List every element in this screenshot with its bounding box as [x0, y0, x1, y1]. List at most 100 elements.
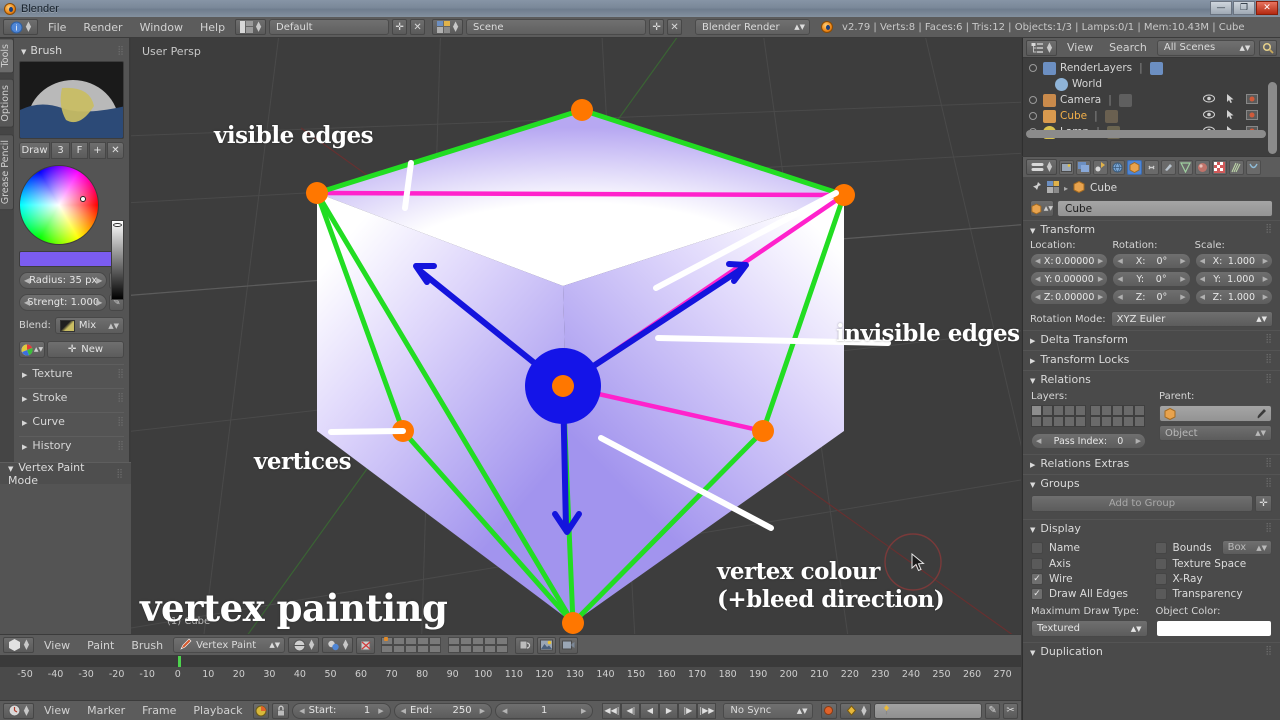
brush-users-count[interactable]: 3 — [51, 142, 70, 159]
scene-field[interactable]: Scene — [466, 19, 647, 35]
scale-y-field[interactable]: ◀ Y: 1.000 ▶ — [1194, 271, 1273, 287]
panel-texture[interactable]: ▶ Texture ⣿ — [19, 364, 124, 382]
texture-space-checkbox[interactable] — [1154, 558, 1167, 570]
maximize-button[interactable]: ❐ — [1233, 1, 1255, 15]
add-group-plus-button[interactable]: ✛ — [1255, 495, 1272, 512]
object-color-swatch[interactable] — [1155, 620, 1272, 637]
tab-scene[interactable] — [1093, 159, 1108, 175]
viewport-editor-type-button[interactable]: ▲ ▼ — [3, 637, 34, 653]
tab-texture[interactable] — [1212, 159, 1227, 175]
radius-decrement-icon[interactable]: ◀ — [24, 276, 30, 285]
add-to-group-button[interactable]: Add to Group — [1031, 495, 1253, 512]
expand-disc-icon[interactable] — [1029, 64, 1037, 72]
section-relations-extras[interactable]: ▶ Relations Extras ⣿ — [1023, 454, 1280, 471]
end-decrement-icon[interactable]: ◀ — [401, 707, 406, 715]
properties-editor[interactable]: ▲ ▼ ▸ Cube ▲▼ Cube ▼ Transform ⣿ Locatio… — [1022, 157, 1280, 720]
delete-scene-button[interactable]: ✕ — [667, 19, 683, 35]
panel-curve[interactable]: ▶ Curve ⣿ — [19, 412, 124, 430]
wire-checkbox[interactable]: ✓ — [1031, 573, 1043, 585]
panel-vertex-paint-mode[interactable]: ▼ Vertex Paint Mode ⣿ — [0, 461, 131, 487]
scale-x-field[interactable]: ◀ X: 1.000 ▶ — [1194, 253, 1273, 269]
visibility-eye-icon[interactable] — [1203, 94, 1215, 106]
viewport-menu-view[interactable]: View — [37, 635, 77, 656]
panel-stroke[interactable]: ▶ Stroke ⣿ — [19, 388, 124, 406]
sidebar-tab-options[interactable]: Options — [0, 79, 14, 129]
parent-object-field[interactable] — [1159, 405, 1272, 422]
play-button[interactable]: ▶ — [659, 702, 679, 719]
viewport-shading-button[interactable]: ▲ ▼ — [288, 637, 320, 653]
rotation-x-field[interactable]: ◀ X: 0° ▶ — [1112, 253, 1191, 269]
remove-keying-set-button[interactable]: ✂ — [1003, 702, 1019, 719]
use-audio-scrubbing-toggle[interactable] — [252, 702, 270, 719]
color-value-handle[interactable] — [113, 223, 122, 227]
close-button[interactable]: ✕ — [1256, 1, 1278, 15]
end-frame-field[interactable]: ◀ End: 250 ▶ — [393, 702, 493, 719]
lock-layers-toggle[interactable] — [515, 636, 535, 654]
palette-browse-button[interactable]: ▲▼ — [19, 341, 45, 358]
xray-checkbox[interactable] — [1154, 573, 1167, 585]
display-option-bounds[interactable]: Bounds Box ▲▼ — [1154, 540, 1272, 555]
tab-material[interactable] — [1195, 159, 1210, 175]
menu-file[interactable]: File — [41, 17, 73, 38]
screen-layout-browse-button[interactable]: ▲ ▼ — [235, 19, 267, 35]
pass-index-field[interactable]: ◀ Pass Index: 0 ▶ — [1031, 433, 1146, 449]
previous-keyframe-button[interactable]: ◀| — [621, 702, 641, 719]
bounds-type-dropdown[interactable]: Box ▲▼ — [1221, 540, 1272, 555]
outliner-row-cube[interactable]: Cube | — [1023, 108, 1280, 124]
bounds-checkbox[interactable] — [1154, 541, 1167, 554]
screen-layout-field[interactable]: Default — [269, 19, 390, 35]
outliner-menu-search[interactable]: Search — [1103, 38, 1153, 58]
current-frame-field[interactable]: ◀ 1 ▶ — [495, 702, 594, 719]
timeline-ruler[interactable]: -50 -40 -30 -20 -10 0 10 20 30 40 50 60 70 80 90 100 110… — [0, 655, 1021, 700]
sync-mode-dropdown[interactable]: No Sync ▲▼ — [723, 702, 813, 719]
start-frame-field[interactable]: ◀ Start: 1 ▶ — [292, 702, 391, 719]
color-wheel-handle[interactable] — [80, 196, 86, 202]
properties-editor-type-button[interactable]: ▲ ▼ — [1026, 159, 1057, 175]
jump-to-end-button[interactable]: |▶▶ — [697, 702, 717, 719]
outliner-editor-type-button[interactable]: ▲ ▼ — [1026, 39, 1057, 56]
section-groups[interactable]: ▼ Groups ⣿ — [1023, 474, 1280, 491]
layers-group-2[interactable] — [1090, 405, 1145, 427]
section-duplication[interactable]: ▼ Duplication ⣿ — [1023, 642, 1280, 659]
radius-increment-icon[interactable]: ▶ — [96, 276, 102, 285]
display-option-axis[interactable]: Axis — [1031, 558, 1149, 570]
tab-object-data[interactable] — [1178, 159, 1193, 175]
selectability-cursor-icon[interactable] — [1226, 109, 1235, 123]
brush-color-swatch[interactable] — [19, 251, 124, 267]
outliner-editor[interactable]: ▲ ▼ View Search All Scenes ▲▼ RenderLayer… — [1022, 38, 1280, 156]
brush-panel-header[interactable]: ▼ Brush ⣿ — [19, 42, 124, 61]
draw-all-edges-checkbox[interactable]: ✓ — [1031, 588, 1043, 600]
timeline-scrubbing-bar[interactable] — [0, 656, 1021, 667]
auto-keyframe-toggle[interactable] — [820, 702, 838, 719]
end-increment-icon[interactable]: ▶ — [480, 707, 485, 715]
renderability-camera-icon[interactable] — [1246, 93, 1258, 107]
viewport-menu-paint[interactable]: Paint — [80, 635, 121, 656]
section-relations[interactable]: ▼ Relations ⣿ — [1023, 370, 1280, 387]
object-name-input[interactable]: Cube — [1057, 200, 1273, 217]
tab-constraints[interactable] — [1144, 159, 1159, 175]
jump-to-start-button[interactable]: ◀◀| — [602, 702, 622, 719]
viewport-menu-brush[interactable]: Brush — [124, 635, 170, 656]
location-x-field[interactable]: ◀ X: 0.00000 ▶ — [1030, 253, 1109, 269]
location-z-field[interactable]: ◀ Z: 0.00000 ▶ — [1030, 289, 1109, 305]
rotation-y-field[interactable]: ◀ Y: 0° ▶ — [1112, 271, 1191, 287]
frame-increment-icon[interactable]: ▶ — [581, 707, 586, 715]
menu-help[interactable]: Help — [193, 17, 232, 38]
render-animation-button[interactable] — [559, 636, 579, 654]
editor-type-info-button[interactable]: i ▲ ▼ — [3, 19, 38, 35]
display-option-draw-all-edges[interactable]: ✓ Draw All Edges — [1031, 588, 1149, 600]
display-option-texture-space[interactable]: Texture Space — [1154, 558, 1273, 570]
outliner-row-world[interactable]: World — [1023, 76, 1280, 92]
outliner-row-camera[interactable]: Camera | — [1023, 92, 1280, 108]
sidebar-tab-grease-pencil[interactable]: Grease Pencil — [0, 134, 14, 211]
max-draw-type-dropdown[interactable]: Textured ▲▼ — [1031, 620, 1148, 637]
minimize-button[interactable]: — — [1210, 1, 1232, 15]
outliner-row-renderlayers[interactable]: RenderLayers | — [1023, 60, 1280, 76]
visibility-eye-icon[interactable] — [1203, 110, 1215, 122]
section-delta-transform[interactable]: ▶ Delta Transform ⣿ — [1023, 330, 1280, 347]
menu-render[interactable]: Render — [76, 17, 129, 38]
renderability-camera-icon[interactable] — [1246, 109, 1258, 123]
display-option-transparency[interactable]: Transparency — [1154, 588, 1273, 600]
next-keyframe-button[interactable]: |▶ — [678, 702, 698, 719]
color-value-slider[interactable] — [111, 220, 124, 300]
